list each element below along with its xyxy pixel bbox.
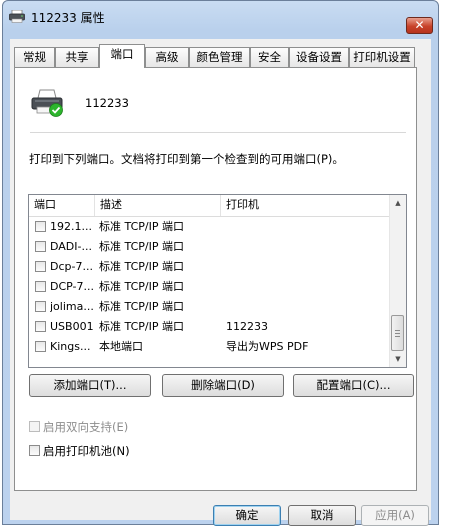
tab-printer-settings[interactable]: 打印机设置: [349, 47, 415, 67]
port-row[interactable]: DCP-7... 标准 TCP/IP 端口: [29, 277, 392, 297]
close-button[interactable]: ✕: [406, 17, 433, 34]
port-rows: 192.1... 标准 TCP/IP 端口 DADI-... 标准 TCP/IP…: [29, 217, 392, 357]
tab-ports[interactable]: 端口: [99, 44, 145, 68]
port-list[interactable]: 端口 描述 打印机 192.1... 标准 TCP/IP 端口 DADI-...…: [28, 194, 407, 368]
tab-security[interactable]: 安全: [250, 47, 289, 67]
port-name: DADI-...: [50, 240, 92, 253]
port-checkbox[interactable]: [35, 221, 46, 232]
default-check-icon: [49, 103, 63, 117]
port-description: 标准 TCP/IP 端口: [99, 240, 184, 253]
port-checkbox[interactable]: [35, 301, 46, 312]
port-row[interactable]: Kings... 本地端口 导出为WPS PDF: [29, 337, 392, 357]
printer-icon: [31, 89, 63, 117]
column-header-description[interactable]: 描述: [95, 195, 221, 216]
port-name: Dcp-7...: [50, 260, 93, 273]
grip-line: [395, 330, 400, 331]
close-icon: ✕: [414, 18, 425, 32]
port-checkbox[interactable]: [35, 321, 46, 332]
add-port-button[interactable]: 添加端口(T)...: [29, 374, 151, 397]
apply-button[interactable]: 应用(A): [361, 505, 429, 526]
port-name: 192.1...: [50, 220, 92, 233]
grip-line: [395, 336, 400, 337]
port-checkbox[interactable]: [35, 261, 46, 272]
port-name: Kings...: [50, 340, 91, 353]
separator: [30, 132, 406, 133]
port-row[interactable]: DADI-... 标准 TCP/IP 端口: [29, 237, 392, 257]
port-description: 本地端口: [99, 340, 143, 353]
scroll-down-arrow-icon[interactable]: ▼: [390, 351, 406, 367]
ok-button[interactable]: 确定: [213, 505, 281, 526]
properties-window: 112233 属性 ✕ 常规 共享 端口 高级 颜色管理 安全 设备设置 打印机…: [2, 0, 439, 526]
port-row[interactable]: 192.1... 标准 TCP/IP 端口: [29, 217, 392, 237]
port-description: 标准 TCP/IP 端口: [99, 220, 184, 233]
port-row[interactable]: jolima... 标准 TCP/IP 端口: [29, 297, 392, 317]
window-title: 112233 属性: [31, 11, 105, 25]
printer-pooling-label: 启用打印机池(N): [43, 444, 130, 458]
port-printer: 112233: [226, 320, 268, 333]
port-name: DCP-7...: [50, 280, 94, 293]
bidirectional-support-checkbox[interactable]: 启用双向支持(E): [29, 419, 128, 435]
tab-sharing[interactable]: 共享: [55, 47, 99, 67]
bidirectional-support-label: 启用双向支持(E): [43, 420, 129, 434]
scrollbar-thumb[interactable]: [391, 315, 404, 351]
port-description: 标准 TCP/IP 端口: [99, 280, 184, 293]
port-description: 标准 TCP/IP 端口: [99, 300, 184, 313]
printer-name: 112233: [85, 96, 129, 110]
tab-advanced[interactable]: 高级: [145, 47, 189, 67]
port-description: 标准 TCP/IP 端口: [99, 320, 184, 333]
checkbox-box[interactable]: [29, 445, 40, 456]
port-list-header: 端口 描述 打印机: [29, 195, 392, 217]
ports-tab-panel: 112233 打印到下列端口。文档将打印到第一个检查到的可用端口(P)。 端口 …: [14, 67, 417, 491]
title-bar[interactable]: 112233 属性 ✕: [3, 1, 438, 34]
checkbox-box[interactable]: [29, 421, 40, 432]
printer-small-icon: [9, 10, 25, 23]
tab-strip: 常规 共享 端口 高级 颜色管理 安全 设备设置 打印机设置: [10, 44, 431, 68]
port-checkbox[interactable]: [35, 341, 46, 352]
tab-device-settings[interactable]: 设备设置: [289, 47, 349, 67]
column-header-port[interactable]: 端口: [29, 195, 95, 216]
printer-pooling-checkbox[interactable]: 启用打印机池(N): [29, 443, 130, 459]
port-name: USB001: [50, 320, 94, 333]
ports-instruction: 打印到下列端口。文档将打印到第一个检查到的可用端口(P)。: [29, 152, 344, 166]
port-printer: 导出为WPS PDF: [226, 340, 309, 353]
port-row[interactable]: USB001 标准 TCP/IP 端口 112233: [29, 317, 392, 337]
delete-port-button[interactable]: 删除端口(D): [162, 374, 284, 397]
tab-color-management[interactable]: 颜色管理: [189, 47, 250, 67]
port-name: jolima...: [50, 300, 94, 313]
port-row[interactable]: Dcp-7... 标准 TCP/IP 端口: [29, 257, 392, 277]
port-checkbox[interactable]: [35, 281, 46, 292]
grip-line: [395, 333, 400, 334]
cancel-button[interactable]: 取消: [288, 505, 356, 526]
scroll-up-arrow-icon[interactable]: ▲: [390, 195, 406, 211]
port-checkbox[interactable]: [35, 241, 46, 252]
dialog-client: 常规 共享 端口 高级 颜色管理 安全 设备设置 打印机设置 112233 打印…: [10, 39, 431, 526]
port-description: 标准 TCP/IP 端口: [99, 260, 184, 273]
tab-general[interactable]: 常规: [14, 47, 55, 67]
port-list-scrollbar[interactable]: ▲ ▼: [389, 195, 406, 367]
column-header-printer[interactable]: 打印机: [221, 195, 392, 216]
configure-port-button[interactable]: 配置端口(C)...: [293, 374, 414, 397]
